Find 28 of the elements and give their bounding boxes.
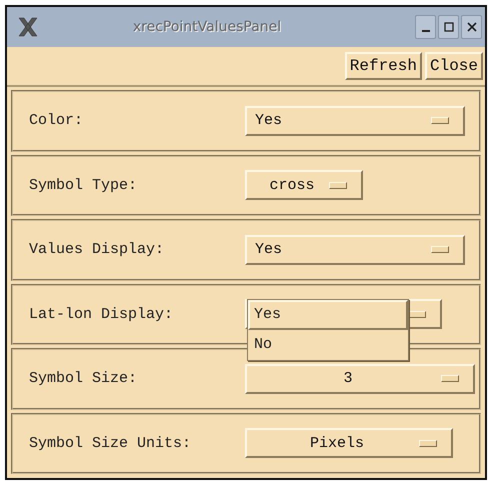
- refresh-button[interactable]: Refresh: [344, 52, 422, 80]
- close-button[interactable]: [461, 15, 482, 39]
- option-indicator-icon: [329, 182, 347, 189]
- option-indicator-icon: [441, 375, 459, 382]
- option-indicator-icon: [431, 246, 449, 254]
- minimize-icon: [422, 30, 430, 32]
- close-icon: [466, 22, 476, 32]
- setting-label: Lat-lon Display:: [29, 306, 174, 323]
- option-menu[interactable]: 3: [245, 364, 475, 394]
- minimize-button[interactable]: [415, 15, 436, 39]
- option-menu[interactable]: cross: [245, 170, 363, 200]
- setting-label: Symbol Size:: [29, 370, 138, 388]
- close-panel-button[interactable]: Close: [424, 52, 483, 80]
- option-indicator-icon: [419, 440, 437, 447]
- setting-label: Symbol Type:: [29, 176, 138, 194]
- window-title: xrecPointValuesPanel: [132, 19, 282, 35]
- maximize-icon: [444, 22, 454, 32]
- setting-label: Symbol Size Units:: [29, 434, 192, 452]
- option-menu[interactable]: Yes: [245, 234, 465, 265]
- option-indicator-icon: [431, 117, 449, 124]
- option-menu[interactable]: Pixels: [245, 428, 453, 458]
- maximize-button[interactable]: [438, 15, 459, 39]
- option-menu[interactable]: Yes: [245, 106, 465, 136]
- option-item[interactable]: Yes: [248, 300, 408, 330]
- setting-label: Color:: [29, 112, 84, 130]
- setting-label: Values Display:: [29, 241, 166, 258]
- x-logo-icon: [17, 17, 39, 37]
- option-item[interactable]: No: [248, 330, 408, 360]
